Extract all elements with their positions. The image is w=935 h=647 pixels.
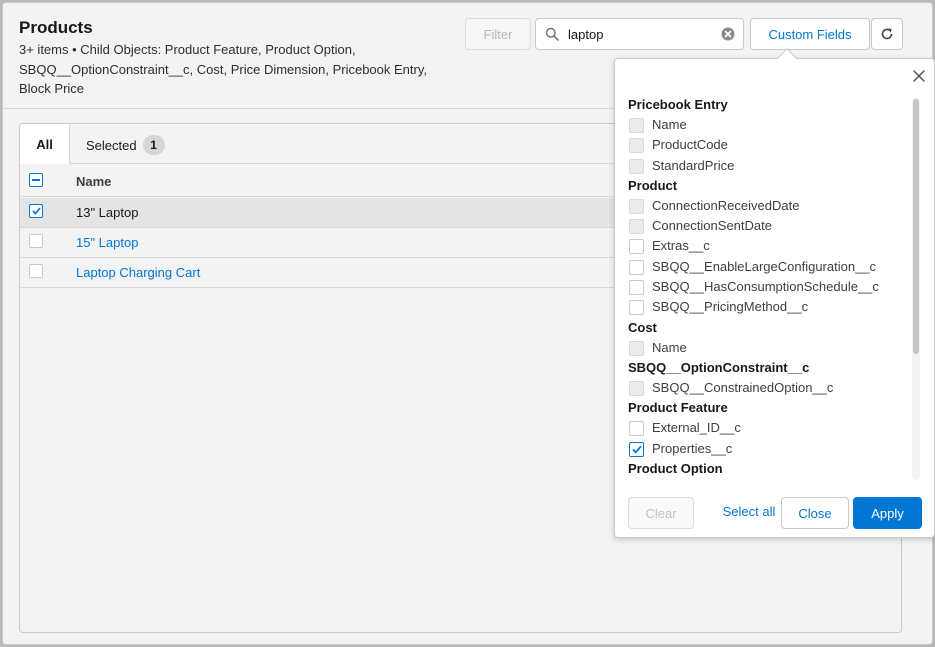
checkmark-icon <box>31 207 41 215</box>
field-checkbox <box>629 118 644 133</box>
field-checkbox[interactable] <box>629 259 644 275</box>
field-checkbox[interactable] <box>629 280 644 296</box>
close-button[interactable]: Close <box>781 497 849 529</box>
field-option: ProductCode <box>628 135 908 155</box>
field-list: Pricebook Entry Name ProductCode StandardPr… <box>628 95 908 483</box>
select-all-checkbox[interactable] <box>29 173 43 187</box>
field-label: Properties__c <box>652 440 733 456</box>
field-option[interactable]: SBQQ__HasConsumptionSchedule__c <box>628 277 908 297</box>
close-icon[interactable] <box>912 69 926 83</box>
field-checkbox <box>629 380 644 396</box>
row-checkbox[interactable] <box>29 204 43 218</box>
custom-fields-popover: Pricebook Entry Name ProductCode StandardPr… <box>614 58 935 538</box>
field-group-title: Product <box>628 177 678 193</box>
search-value: laptop <box>568 27 604 42</box>
field-group-title: SBQQ__OptionConstraint__c <box>628 359 810 375</box>
field-option[interactable]: SBQQ__EnableLargeConfiguration__c <box>628 257 908 277</box>
selected-count-badge: 1 <box>142 135 165 155</box>
field-label: SBQQ__EnableLargeConfiguration__c <box>652 258 877 274</box>
field-label: SBQQ__PricingMethod__c <box>652 299 809 315</box>
field-label: ConnectionSentDate <box>652 218 772 234</box>
tab-selected-label: Selected <box>86 137 137 153</box>
page-subtitle: 3+ items • Child Objects: Product Featur… <box>19 42 427 96</box>
field-label: Name <box>652 117 687 132</box>
apply-button[interactable]: Apply <box>853 497 922 529</box>
field-option[interactable]: Extras__c <box>628 236 908 256</box>
field-option[interactable]: SBQQ__PricingMethod__c <box>628 297 908 317</box>
field-option: ConnectionSentDate <box>628 216 908 236</box>
field-option: Name <box>628 338 908 358</box>
field-group-title: Pricebook Entry <box>628 97 728 112</box>
field-option: ConnectionReceivedDate <box>628 196 908 216</box>
field-checkbox[interactable] <box>629 300 644 316</box>
field-checkbox <box>629 219 644 235</box>
field-checkbox <box>629 158 644 174</box>
row-checkbox[interactable] <box>29 264 43 278</box>
select-all-button[interactable]: Select all <box>718 495 780 527</box>
refresh-icon <box>881 28 893 40</box>
field-group-title: Product Option <box>628 460 723 476</box>
refresh-button[interactable] <box>871 18 903 50</box>
field-group-title: Cost <box>628 319 657 335</box>
field-label: SBQQ__ConstrainedOption__c <box>652 379 834 395</box>
page-title: Products <box>19 18 93 37</box>
row-name-link[interactable]: 15" Laptop <box>76 235 138 250</box>
field-label: ConnectionReceivedDate <box>652 197 800 213</box>
field-checkbox <box>629 198 644 214</box>
field-label: Extras__c <box>652 238 710 254</box>
field-checkbox[interactable] <box>629 239 644 255</box>
search-input[interactable]: laptop <box>535 18 744 50</box>
field-option: SBQQ__ConstrainedOption__c <box>628 378 908 398</box>
tab-all[interactable]: All <box>20 124 70 164</box>
row-name-link[interactable]: Laptop Charging Cart <box>76 265 200 280</box>
field-label: StandardPrice <box>652 157 735 173</box>
custom-fields-button[interactable]: Custom Fields <box>750 18 870 50</box>
row-name: 13" Laptop <box>76 205 139 220</box>
field-option: StandardPrice <box>628 156 908 176</box>
field-label: SBQQ__HasConsumptionSchedule__c <box>652 279 879 295</box>
field-label: ProductCode <box>652 137 728 153</box>
filter-button[interactable]: Filter <box>465 18 531 50</box>
field-label: External_ID__c <box>652 420 741 436</box>
checkmark-icon <box>631 445 642 454</box>
clear-button[interactable]: Clear <box>628 497 694 529</box>
column-name-header[interactable]: Name <box>76 174 111 189</box>
field-option: Name <box>628 115 908 135</box>
minus-icon <box>32 179 40 181</box>
clear-search-icon[interactable] <box>721 27 735 41</box>
row-checkbox[interactable] <box>29 234 43 248</box>
scrollbar-thumb[interactable] <box>913 99 919 354</box>
tab-selected[interactable]: Selected 1 <box>86 135 165 155</box>
field-checkbox <box>629 340 644 356</box>
field-checkbox <box>629 138 644 154</box>
field-checkbox[interactable] <box>629 441 644 457</box>
field-label: Name <box>652 339 687 355</box>
field-checkbox[interactable] <box>629 421 644 437</box>
field-option[interactable]: External_ID__c <box>628 418 908 438</box>
field-group-title: Product Feature <box>628 400 728 416</box>
search-icon <box>545 27 559 41</box>
field-option[interactable]: Properties__c <box>628 439 908 459</box>
